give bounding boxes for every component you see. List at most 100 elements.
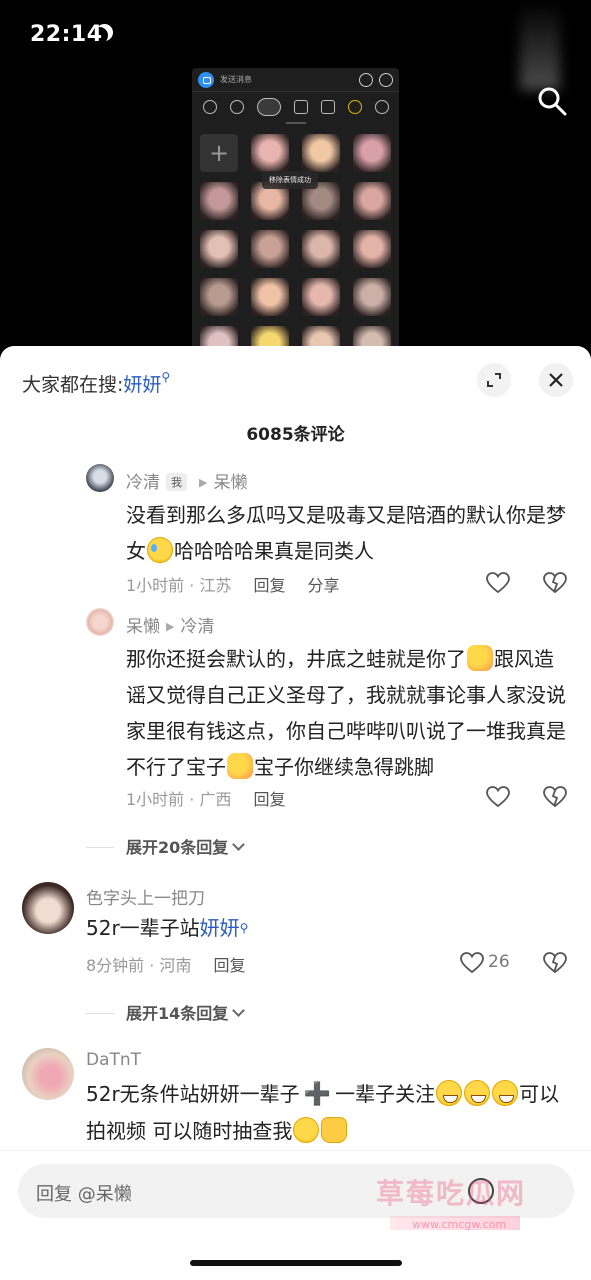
close-icon (549, 373, 563, 387)
expand-replies-button[interactable]: 展开20条回复 (86, 834, 506, 858)
emoji-tabs (192, 92, 399, 122)
share-button[interactable]: 分享 (307, 576, 339, 595)
expand-replies-label: 展开20条回复 (126, 838, 229, 857)
laugh-cry-emoji-icon (147, 537, 173, 563)
watermark-logo: 草莓吃瓜网 (376, 1177, 527, 1210)
search-small-icon: ⚲ (239, 921, 249, 935)
like-heart-icon[interactable] (460, 952, 484, 974)
sticker-thumbnail (200, 230, 238, 268)
reply-button[interactable]: 回复 (253, 790, 285, 809)
sticker-thumbnail (302, 230, 340, 268)
comment-user[interactable]: 冷清我 ▶ 呆懒 (126, 468, 247, 493)
time-location: 1小时前 · 江苏 (126, 576, 232, 595)
reply-to-user[interactable]: 呆懒 (213, 473, 247, 493)
search-small-icon: ⚲ (161, 370, 171, 384)
comment-count-title: 6085条评论 (246, 425, 345, 445)
comment-sheet: 大家都在搜:妍妍⚲ 6085条评论 冷清我 ▶ 呆懒 没看到那么多瓜吗又是吸毒又是陪… (0, 346, 591, 1280)
comment-text: 52r无条件站妍妍一辈子 ➕ 一辈子关注 可以拍视频 可以随时抽查我 (86, 1076, 566, 1149)
wink-emoji-icon (293, 1117, 320, 1143)
sticker-thumbnail (302, 134, 340, 172)
fullscreen-button[interactable] (477, 363, 511, 397)
sticker-thumbnail (353, 182, 391, 220)
reply-button[interactable]: 回复 (213, 956, 245, 975)
comment-text-part: 哈哈哈哈果真是同类人 (174, 539, 374, 563)
reply-arrow-icon: ▶ (199, 476, 208, 489)
comment-text: 那你还挺会默认的，井底之蛙就是你了 跟风造谣又觉得自己正义圣母了，我就就事论事人家… (126, 641, 571, 785)
heart-icon (256, 98, 281, 116)
comment-text-part: 宝子你继续急得跳脚 (254, 755, 434, 779)
comment-username[interactable]: 冷清 (126, 473, 160, 493)
more-icon (379, 72, 393, 87)
reply-placeholder: 回复 @呆懒 (36, 1184, 132, 1205)
dislike-heart-icon[interactable] (543, 786, 567, 808)
search-hint[interactable]: 大家都在搜:妍妍⚲ (22, 370, 170, 397)
grin-emoji-icon (436, 1080, 463, 1106)
shop-icon (320, 100, 335, 114)
send-message-label: 发送消息 (220, 75, 252, 84)
like-heart-icon[interactable] (486, 572, 510, 594)
close-button[interactable] (539, 363, 573, 397)
sticker-thumbnail (302, 278, 340, 316)
search-icon (202, 100, 217, 114)
toast-message: 移除表情成功 (262, 171, 318, 189)
dislike-heart-icon[interactable] (543, 572, 567, 594)
search-icon[interactable] (537, 86, 567, 116)
smile-icon (229, 100, 244, 114)
video-message-bar: 发送消息 (192, 68, 399, 92)
avatar-icon (374, 100, 389, 114)
like-heart-icon[interactable] (486, 786, 510, 808)
reply-button[interactable]: 回复 (253, 576, 285, 595)
dislike-heart-icon[interactable] (543, 952, 567, 974)
comment-text-part: 52r无条件站妍妍一辈子 (86, 1082, 300, 1106)
sticker-thumbnail (251, 230, 289, 268)
watermark-url: www.cmcgw.com (412, 1218, 507, 1231)
home-indicator (190, 1260, 402, 1266)
voice-icon (359, 72, 373, 87)
sticker-thumbnail (353, 230, 391, 268)
comment-username[interactable]: 呆懒 (126, 617, 160, 637)
avatar[interactable] (86, 464, 114, 492)
hug-emoji-icon (227, 753, 253, 779)
comment-username[interactable]: DaTnT (86, 1050, 141, 1070)
comment-text: 没看到那么多瓜吗又是吸毒又是陪酒的默认你是梦女 哈哈哈哈果真是同类人 (126, 497, 571, 569)
plus-emoji-icon: ➕ (303, 1082, 332, 1107)
sound-icon (293, 100, 308, 114)
chevron-down-icon (232, 838, 246, 851)
comment-text-part: 52r一辈子站 (86, 916, 200, 940)
sticker-thumbnail (353, 134, 391, 172)
comment-user[interactable]: 呆懒 ▶ 冷清 (126, 612, 214, 637)
video-frame[interactable]: 发送消息 + 移除表情成功 (192, 68, 399, 358)
reply-to-user[interactable]: 冷清 (180, 617, 214, 637)
avatar[interactable] (22, 882, 74, 934)
chevron-down-icon (232, 1004, 246, 1017)
comment-username[interactable]: 色字头上一把刀 (86, 884, 205, 909)
sticker-thumbnail (353, 278, 391, 316)
comment-text: 52r一辈子站妍妍⚲ (86, 910, 566, 946)
time-location: 1小时前 · 广西 (126, 790, 232, 809)
bottom-divider (0, 1150, 591, 1151)
comment-meta: 1小时前 · 广西 回复 (126, 786, 285, 810)
hug-emoji-icon (467, 645, 493, 671)
sticker-thumbnail (200, 278, 238, 316)
drag-handle (285, 122, 306, 124)
comment-meta: 8分钟前 · 河南 回复 (86, 952, 245, 976)
search-hint-keyword[interactable]: 妍妍 (123, 374, 161, 396)
reply-arrow-icon: ▶ (166, 620, 175, 633)
camera-icon (198, 71, 214, 88)
avatar[interactable] (22, 1048, 74, 1100)
divider-line (86, 1013, 114, 1014)
avatar[interactable] (86, 608, 114, 636)
moon-icon (91, 27, 108, 44)
grin-emoji-icon (464, 1080, 491, 1106)
sticker-thumbnail (251, 134, 289, 172)
add-icon: + (200, 134, 238, 172)
sticker-thumbnail (251, 278, 289, 316)
me-tag: 我 (166, 473, 187, 491)
expand-replies-button[interactable]: 展开14条回复 (86, 1000, 506, 1024)
coin-icon (347, 100, 362, 114)
search-hint-prefix: 大家都在搜: (22, 374, 124, 396)
comment-keyword-link[interactable]: 妍妍 (200, 916, 240, 940)
comment-text-part: 那你还挺会默认的，井底之蛙就是你了 (126, 647, 466, 671)
comment-meta: 1小时前 · 江苏 回复 分享 (126, 572, 339, 596)
expand-icon (487, 373, 501, 387)
